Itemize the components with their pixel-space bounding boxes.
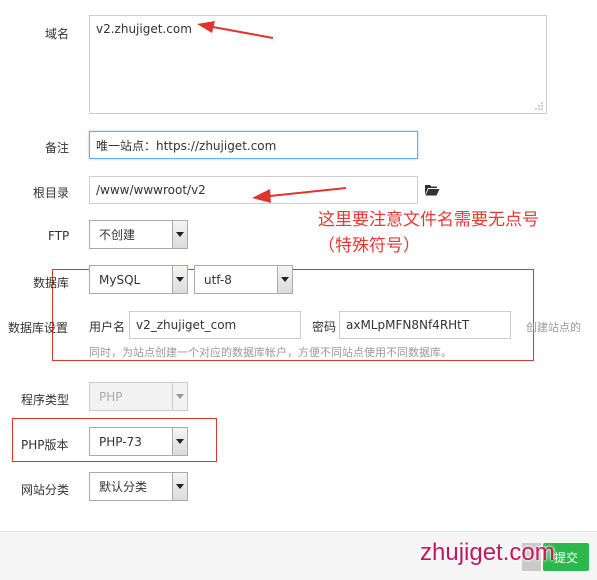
php-version-label: PHP版本 bbox=[21, 438, 69, 452]
program-type-label: 程序类型 bbox=[21, 393, 70, 407]
chevron-down-icon bbox=[277, 266, 292, 293]
ftp-value: 不创建 bbox=[99, 228, 136, 242]
ftp-label: FTP bbox=[48, 229, 70, 243]
db-password-value: axMLpMFN8Nf4RHtT bbox=[346, 318, 470, 332]
remark-input[interactable]: 唯一站点：https://zhujiget.com bbox=[89, 131, 418, 159]
db-hint-line2: 同时，为站点创建一个对应的数据库帐户，方便不同站点使用不同数据库。 bbox=[89, 346, 452, 359]
red-arrow-icon bbox=[197, 21, 274, 39]
annotation-line1: 这里要注意文件名需要无点号 bbox=[318, 210, 539, 230]
domain-textarea[interactable]: v2.zhujiget.com bbox=[89, 15, 547, 114]
site-category-label: 网站分类 bbox=[21, 483, 70, 497]
submit-button-label: 提交 bbox=[553, 550, 578, 565]
chevron-down-icon bbox=[172, 383, 187, 410]
watermark: zhujiget.com bbox=[420, 539, 555, 566]
remark-label: 备注 bbox=[45, 141, 70, 155]
program-type-value: PHP bbox=[99, 389, 123, 404]
domain-label: 域名 bbox=[45, 27, 70, 41]
chevron-down-icon bbox=[172, 428, 187, 455]
remark-value: 唯一站点：https://zhujiget.com bbox=[96, 138, 277, 153]
annotation-line2: （特殊符号） bbox=[318, 236, 420, 256]
program-type-select: PHP bbox=[89, 382, 188, 411]
database-charset-value: utf-8 bbox=[204, 272, 232, 287]
php-version-select[interactable]: PHP-73 bbox=[89, 427, 188, 456]
database-type-value: MySQL bbox=[99, 272, 141, 287]
php-version-value: PHP-73 bbox=[99, 434, 142, 449]
database-label: 数据库 bbox=[33, 276, 70, 290]
site-category-select[interactable]: 默认分类 bbox=[89, 472, 188, 501]
chevron-down-icon bbox=[172, 473, 187, 500]
database-type-select[interactable]: MySQL bbox=[89, 265, 188, 294]
chevron-down-icon bbox=[172, 221, 187, 248]
ftp-select[interactable]: 不创建 bbox=[89, 220, 188, 249]
chevron-down-icon bbox=[172, 266, 187, 293]
domain-value: v2.zhujiget.com bbox=[96, 22, 192, 36]
root-value: /www/wwwroot/v2 bbox=[96, 183, 206, 197]
root-label: 根目录 bbox=[33, 186, 70, 200]
db-settings-label: 数据库设置 bbox=[8, 321, 69, 335]
red-arrow-icon bbox=[252, 187, 347, 203]
db-password-label: 密码 bbox=[312, 320, 337, 334]
site-category-value: 默认分类 bbox=[99, 480, 148, 494]
db-password-input[interactable]: axMLpMFN8Nf4RHtT bbox=[339, 311, 511, 339]
db-user-value: v2_zhujiget_com bbox=[136, 318, 237, 332]
db-user-input[interactable]: v2_zhujiget_com bbox=[129, 311, 301, 339]
resize-grip-icon[interactable] bbox=[535, 102, 543, 110]
db-hint-line1: 创建站点的 bbox=[526, 321, 581, 334]
folder-open-icon[interactable] bbox=[424, 184, 440, 196]
database-charset-select[interactable]: utf-8 bbox=[194, 265, 293, 294]
db-user-label: 用户名 bbox=[89, 320, 126, 334]
